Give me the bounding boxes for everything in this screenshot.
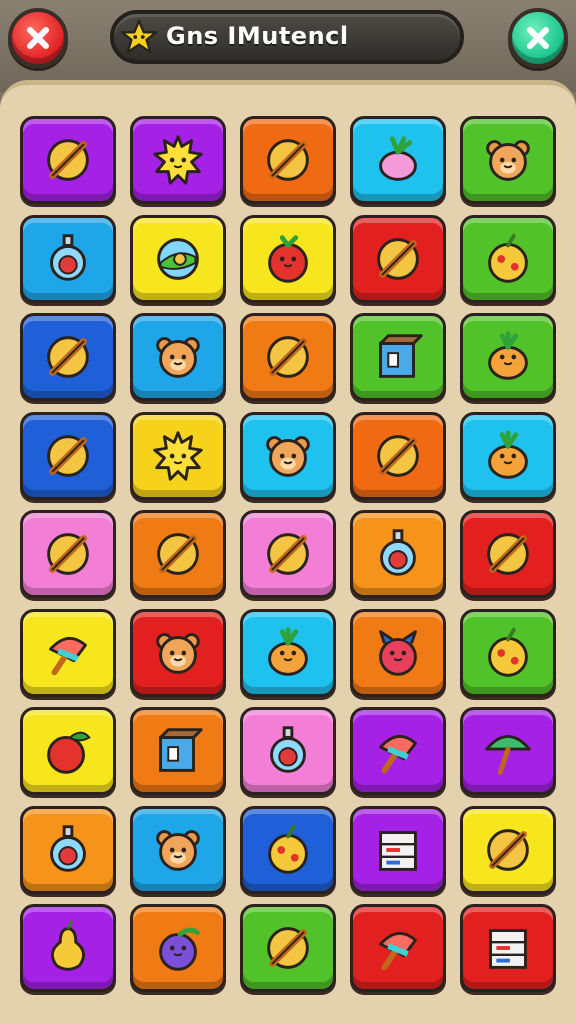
game-tile[interactable]	[130, 116, 226, 204]
game-tile[interactable]	[460, 707, 556, 795]
pencil-icon	[487, 533, 529, 575]
game-tile[interactable]	[240, 116, 336, 204]
orb-icon	[157, 237, 199, 280]
game-tile[interactable]	[20, 904, 116, 992]
game-tile[interactable]	[130, 904, 226, 992]
game-tile[interactable]	[130, 214, 226, 303]
pencil-icon	[267, 336, 309, 378]
game-tile[interactable]	[20, 805, 116, 894]
game-tile[interactable]	[20, 214, 116, 303]
game-tile[interactable]	[350, 707, 446, 795]
game-tile[interactable]	[240, 313, 336, 401]
fruit-icon	[268, 824, 308, 874]
game-tile[interactable]	[20, 510, 116, 598]
cabinet-icon	[379, 830, 417, 871]
pear-icon	[50, 920, 86, 971]
game-tile[interactable]	[350, 411, 446, 500]
game-tile[interactable]	[130, 510, 226, 598]
sun-face-icon	[153, 430, 203, 481]
game-tile[interactable]	[240, 707, 336, 795]
game-tile[interactable]	[460, 904, 556, 992]
pencil-icon	[47, 434, 89, 477]
close-button[interactable]	[8, 8, 68, 68]
radish-icon	[379, 136, 417, 181]
pineapple-face-icon	[488, 429, 528, 479]
game-tile[interactable]	[350, 116, 446, 204]
game-tile[interactable]	[350, 608, 446, 697]
bear-icon	[486, 140, 530, 181]
confirm-button[interactable]	[508, 8, 568, 68]
game-tile[interactable]	[20, 707, 116, 795]
game-tile[interactable]	[240, 214, 336, 303]
pineapple-face-icon	[268, 626, 308, 676]
plum-icon	[159, 927, 200, 971]
game-tile[interactable]	[460, 510, 556, 598]
potion-icon	[50, 824, 86, 872]
game-tile[interactable]	[240, 805, 336, 894]
game-tile[interactable]	[20, 313, 116, 401]
game-tile[interactable]	[460, 805, 556, 894]
bear-icon	[156, 632, 200, 674]
game-tile[interactable]	[350, 904, 446, 992]
pencil-icon	[377, 434, 419, 477]
potion-icon	[50, 233, 86, 281]
pencil-icon	[47, 533, 89, 575]
title-banner: Gns IMutencl	[110, 10, 464, 64]
x-icon	[527, 27, 549, 49]
bear-icon	[266, 435, 310, 477]
potion-icon	[270, 726, 306, 773]
umbrella-icon	[485, 735, 531, 775]
game-tile[interactable]	[130, 805, 226, 894]
game-tile[interactable]	[460, 313, 556, 401]
game-tile[interactable]	[350, 805, 446, 894]
pencil-icon	[487, 828, 529, 871]
game-tile[interactable]	[240, 411, 336, 500]
game-tile[interactable]	[240, 904, 336, 992]
x-icon	[27, 27, 49, 49]
game-tile[interactable]	[240, 608, 336, 697]
game-tile[interactable]	[350, 214, 446, 303]
pencil-icon	[157, 533, 199, 575]
game-tile[interactable]	[460, 411, 556, 500]
potion-icon	[380, 529, 416, 576]
game-tile[interactable]	[20, 116, 116, 204]
pencil-icon	[267, 139, 309, 181]
monster-icon	[379, 629, 417, 676]
pencil-icon	[47, 336, 89, 378]
pencil-icon	[267, 927, 309, 969]
sun-face-icon	[153, 135, 203, 185]
bear-icon	[156, 337, 200, 378]
game-tile[interactable]	[460, 214, 556, 303]
ice-cream-icon	[379, 932, 417, 971]
box-icon	[379, 334, 423, 378]
game-tile[interactable]	[460, 116, 556, 204]
apple-icon	[47, 731, 91, 774]
tomato-face-icon	[268, 234, 308, 283]
game-tile[interactable]	[130, 313, 226, 401]
game-tile[interactable]	[350, 313, 446, 401]
pencil-icon	[377, 237, 419, 280]
ice-cream-icon	[49, 636, 87, 675]
game-tile[interactable]	[130, 707, 226, 795]
fruit-icon	[488, 627, 528, 677]
ice-cream-icon	[379, 735, 417, 774]
pencil-icon	[47, 139, 89, 181]
game-tile[interactable]	[460, 608, 556, 697]
game-tile[interactable]	[20, 411, 116, 500]
game-tile[interactable]	[130, 608, 226, 697]
bear-icon	[156, 829, 200, 871]
game-tile[interactable]	[130, 411, 226, 500]
game-tile[interactable]	[350, 510, 446, 598]
fruit-icon	[488, 233, 528, 283]
tile-grid	[20, 116, 556, 994]
pineapple-face-icon	[488, 331, 528, 380]
game-tile[interactable]	[240, 510, 336, 598]
game-tile[interactable]	[20, 608, 116, 697]
star-icon	[120, 19, 158, 54]
pencil-icon	[267, 533, 309, 575]
cabinet-icon	[489, 929, 527, 969]
box-icon	[159, 728, 203, 772]
top-bar: Gns IMutencl	[0, 0, 576, 92]
page-title: Gns IMutencl	[166, 22, 349, 50]
